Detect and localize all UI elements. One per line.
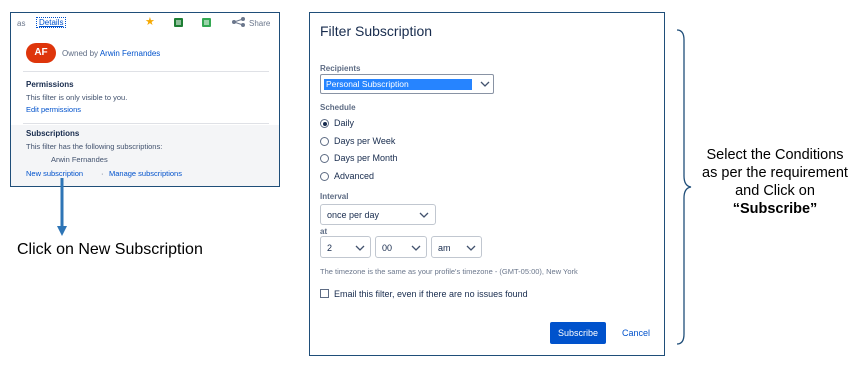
avatar: AF	[26, 43, 56, 63]
interval-value: once per day	[327, 210, 380, 220]
sheets-export-icon[interactable]	[202, 18, 211, 27]
owner-link[interactable]: Arwin Fernandes	[100, 49, 160, 58]
manage-subscriptions-link[interactable]: Manage subscriptions	[109, 169, 182, 178]
subscribe-button[interactable]: Subscribe	[550, 322, 606, 344]
new-subscription-link[interactable]: New subscription	[26, 169, 83, 178]
at-label: at	[320, 227, 328, 236]
chevron-down-icon	[355, 245, 365, 251]
interval-label: Interval	[320, 192, 349, 201]
minute-value: 00	[382, 243, 393, 253]
email-filter-label: Email this filter, even if there are no …	[334, 289, 528, 299]
recipients-value: Personal Subscription	[324, 79, 472, 90]
ampm-value: am	[438, 243, 451, 253]
cancel-button[interactable]: Cancel	[622, 328, 650, 338]
instruction-caption-left: Click on New Subscription	[17, 241, 203, 258]
radio-label: Days per Month	[334, 153, 398, 163]
schedule-label: Schedule	[320, 103, 356, 112]
interval-select[interactable]: once per day	[320, 204, 436, 225]
permissions-heading: Permissions	[26, 80, 74, 89]
caption-line: and Click on	[735, 183, 815, 199]
chevron-down-icon	[466, 245, 476, 251]
recipients-label: Recipients	[320, 64, 361, 73]
radio-label: Days per Week	[334, 136, 396, 146]
edit-permissions-link[interactable]: Edit permissions	[26, 105, 81, 114]
share-icon[interactable]	[231, 17, 247, 27]
divider	[23, 71, 269, 72]
radio-label: Daily	[334, 118, 355, 128]
excel-export-icon[interactable]	[174, 18, 183, 27]
panel-toolbar: as Details ★ Share	[11, 13, 279, 35]
as-text: as	[17, 19, 26, 28]
radio-label: Advanced	[334, 171, 375, 181]
down-arrow	[57, 178, 67, 236]
hour-value: 2	[327, 243, 333, 253]
star-icon[interactable]: ★	[145, 16, 155, 28]
hour-select[interactable]: 2	[320, 236, 371, 258]
instruction-caption-right: Select the Conditions as per the require…	[690, 146, 860, 218]
ampm-select[interactable]: am	[431, 236, 482, 258]
owner-line: Owned by Arwin Fernandes	[62, 49, 160, 58]
subscriber-name: Arwin Fernandes	[51, 155, 108, 164]
subscriptions-heading: Subscriptions	[26, 129, 80, 138]
permissions-text: This filter is only visible to you.	[26, 93, 128, 102]
radio-button[interactable]	[320, 172, 329, 181]
radio-button[interactable]	[320, 137, 329, 146]
divider	[23, 123, 269, 124]
link-separator: ·	[101, 169, 104, 178]
filter-subscription-dialog: Filter Subscription Recipients Personal …	[309, 12, 665, 356]
recipients-select[interactable]: Personal Subscription	[320, 74, 494, 94]
owned-by-text: Owned by	[62, 49, 99, 58]
email-filter-checkbox[interactable]	[320, 289, 329, 298]
chevron-down-icon	[419, 212, 429, 218]
chevron-down-icon	[480, 81, 490, 87]
radio-button[interactable]	[320, 154, 329, 163]
caption-line: Select the Conditions	[706, 147, 844, 163]
caption-line-emphasis: “Subscribe”	[732, 201, 818, 217]
caption-line: as per the requirement	[702, 165, 848, 181]
chevron-down-icon	[411, 245, 421, 251]
details-link[interactable]: Details	[36, 17, 67, 28]
minute-select[interactable]: 00	[375, 236, 427, 258]
dialog-title: Filter Subscription	[320, 23, 433, 39]
filter-details-panel: as Details ★ Share AF Owned by Arwin Fer…	[10, 12, 280, 187]
share-label[interactable]: Share	[249, 19, 270, 28]
subscriptions-text: This filter has the following subscripti…	[26, 142, 163, 151]
timezone-note: The timezone is the same as your profile…	[320, 267, 578, 276]
radio-button-checked[interactable]	[320, 119, 329, 128]
